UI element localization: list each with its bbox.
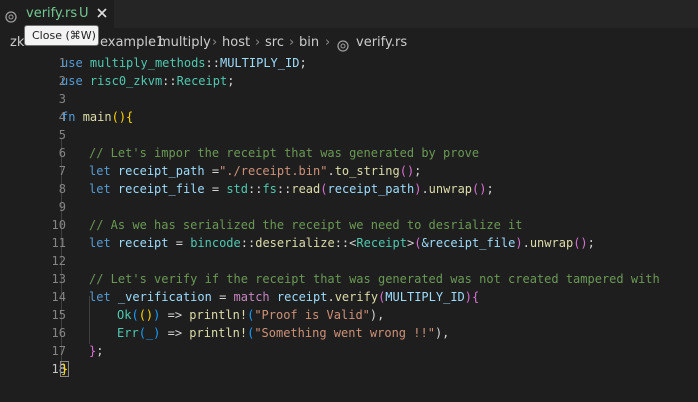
breadcrumb-item[interactable]: host xyxy=(222,35,250,50)
code-line: }; xyxy=(89,344,104,358)
code-line: use multiply_methods::MULTIPLY_ID; xyxy=(61,56,307,70)
close-tooltip: Close (⌘W) xyxy=(24,25,99,46)
breadcrumb-item[interactable]: example1 xyxy=(100,35,164,50)
breadcrumb-item[interactable]: verify.rs xyxy=(356,35,407,50)
breadcrumb-separator: › xyxy=(255,35,261,50)
close-icon[interactable] xyxy=(94,5,110,21)
tab-filename: verify.rs xyxy=(26,6,78,21)
breadcrumb-separator: › xyxy=(325,35,331,50)
code-line: let receipt = bincode::deserialize::<Rec… xyxy=(89,236,595,250)
line-number: 16 xyxy=(51,326,66,340)
breadcrumb-separator: › xyxy=(148,35,154,50)
line-number: 6 xyxy=(58,146,66,160)
line-number: 10 xyxy=(51,218,66,232)
code-line: let receipt_path ="./receipt.bin".to_str… xyxy=(89,164,422,178)
line-number: 9 xyxy=(58,200,66,214)
tab-verify-rs[interactable]: verify.rs U xyxy=(0,0,114,28)
line-number: 5 xyxy=(58,128,66,142)
editor-tab-bar: verify.rs U xyxy=(0,0,698,28)
breadcrumb-item[interactable]: zk xyxy=(10,35,24,50)
rust-file-icon xyxy=(337,37,349,52)
line-number: 12 xyxy=(51,254,66,268)
line-number: 15 xyxy=(51,308,66,322)
breadcrumb-item[interactable]: src xyxy=(265,35,284,50)
code-line: fn main(){ xyxy=(61,110,134,124)
code-line: let _verification = match receipt.verify… xyxy=(89,290,480,304)
breadcrumb: zk example1 › multiply › host › src › bi… xyxy=(0,28,698,56)
code-comment: // Let's impor the receipt that was gene… xyxy=(89,146,480,160)
line-number: 8 xyxy=(58,182,66,196)
code-line: } xyxy=(59,361,70,377)
line-number: 7 xyxy=(58,164,66,178)
line-number: 13 xyxy=(51,272,66,286)
code-line: Ok(()) => println!("Proof is Valid"), xyxy=(117,308,385,322)
matching-brace: } xyxy=(59,361,70,377)
code-comment: // Let's verify if the receipt that was … xyxy=(89,272,660,286)
code-comment: // As we has serialized the receipt we n… xyxy=(89,218,523,232)
breadcrumb-item[interactable]: bin xyxy=(299,35,319,50)
line-number: 11 xyxy=(51,236,66,250)
code-line: let receipt_file = std::fs::read(receipt… xyxy=(89,182,494,196)
line-number: 17 xyxy=(51,344,66,358)
breadcrumb-separator: › xyxy=(289,35,295,50)
git-status-badge: U xyxy=(79,6,89,21)
breadcrumb-separator: › xyxy=(212,35,218,50)
code-line: Err(_) => println!("Something went wrong… xyxy=(117,326,450,340)
line-number: 1 xyxy=(58,56,66,70)
line-number: 2 xyxy=(58,74,66,88)
code-line: use risc0_zkvm::Receipt; xyxy=(61,74,235,88)
line-number: 3 xyxy=(58,92,66,106)
breadcrumb-item[interactable]: multiply xyxy=(158,35,211,50)
line-number: 14 xyxy=(51,290,66,304)
code-editor[interactable]: 1 2 3 4 5 6 7 8 9 10 11 12 13 14 15 16 1… xyxy=(0,56,698,402)
line-number: 4 xyxy=(58,110,66,124)
line-number: 18 xyxy=(51,362,66,376)
tooltip-text: Close (⌘W) xyxy=(32,29,96,42)
rust-file-icon xyxy=(5,8,17,23)
